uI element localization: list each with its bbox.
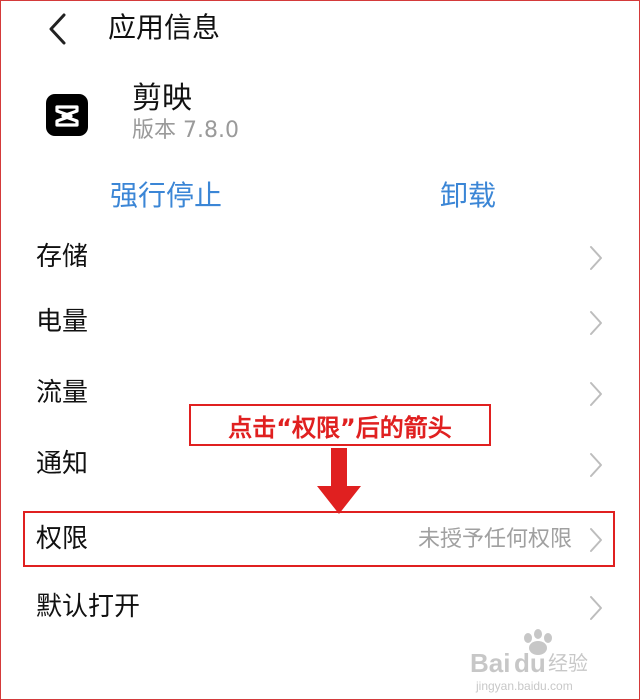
top-bar: 应用信息	[0, 0, 640, 58]
app-name: 剪映	[132, 81, 192, 116]
chevron-right-icon[interactable]	[588, 594, 604, 622]
chevron-right-icon[interactable]	[588, 526, 604, 554]
force-stop-button[interactable]: 强行停止	[110, 178, 222, 214]
chevron-right-icon[interactable]	[588, 309, 604, 337]
app-version: 版本 7.8.0	[132, 118, 239, 143]
baidu-jingyan-watermark: Bai du 经验 jingyan.baidu.com	[466, 628, 616, 694]
svg-text:du: du	[514, 648, 546, 678]
uninstall-button[interactable]: 卸载	[440, 178, 496, 214]
row-battery[interactable]: 电量	[0, 293, 640, 353]
row-permissions[interactable]: 权限 未授予任何权限	[0, 510, 640, 570]
svg-text:Bai: Bai	[470, 648, 510, 678]
chevron-right-icon[interactable]	[588, 380, 604, 408]
svg-text:jingyan.baidu.com: jingyan.baidu.com	[475, 679, 573, 693]
chevron-right-icon[interactable]	[588, 244, 604, 272]
row-label-data-usage: 流量	[36, 378, 89, 408]
row-label-permissions: 权限	[36, 524, 89, 554]
row-label-notifications: 通知	[36, 449, 89, 479]
red-down-arrow-icon	[317, 448, 361, 514]
page-title: 应用信息	[108, 11, 221, 44]
row-label-storage: 存储	[36, 242, 89, 272]
permissions-status: 未授予任何权限	[417, 527, 572, 552]
back-arrow-icon[interactable]	[44, 12, 74, 46]
callout-text: 点击“权限”后的箭头	[228, 413, 452, 442]
instruction-callout: 点击“权限”后的箭头	[189, 404, 491, 446]
capcut-logo-icon	[46, 94, 88, 136]
row-label-default-open: 默认打开	[36, 592, 141, 622]
row-label-battery: 电量	[36, 307, 89, 337]
svg-text:经验: 经验	[548, 651, 588, 675]
chevron-right-icon[interactable]	[588, 451, 604, 479]
row-storage[interactable]: 存储	[0, 228, 640, 288]
